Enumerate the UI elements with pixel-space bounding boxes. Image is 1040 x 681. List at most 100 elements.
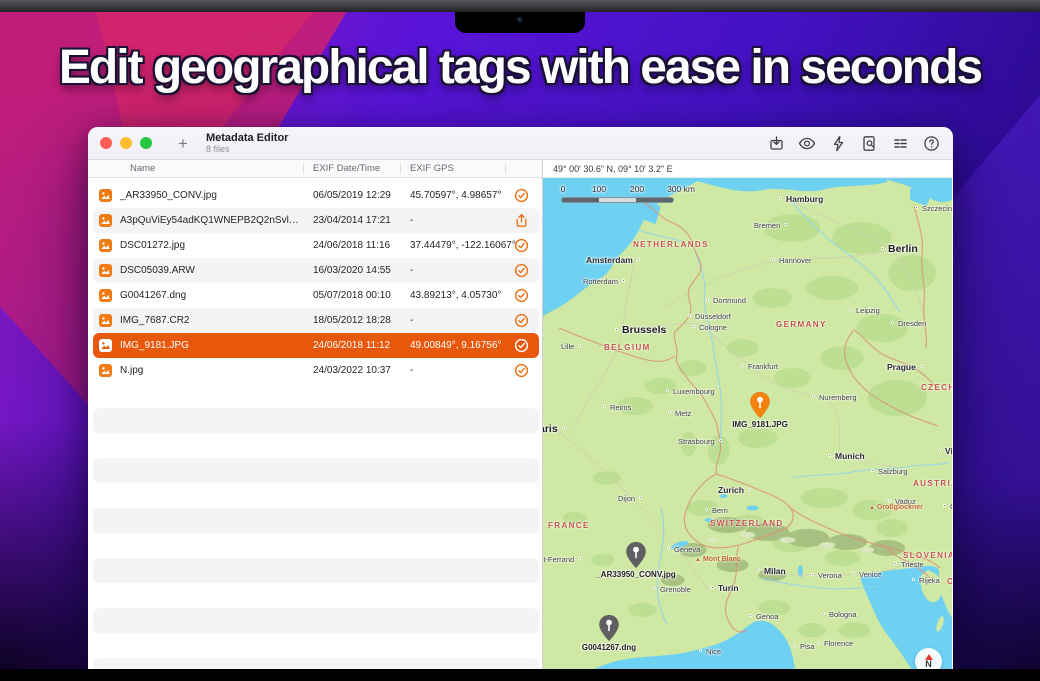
city-dot-marker <box>699 649 702 652</box>
column-header-gps[interactable]: EXIF GPS <box>410 163 454 174</box>
file-name: DSC05039.ARW <box>120 265 195 276</box>
geotagged-check-icon[interactable] <box>514 338 530 354</box>
table-row[interactable]: DSC05039.ARW16/03/2020 14:55- <box>93 258 539 283</box>
map-city-label: Grenoble <box>660 585 691 594</box>
geotagged-check-icon[interactable] <box>514 363 530 379</box>
quick-action-bolt-icon[interactable] <box>828 133 848 153</box>
map-city-label: Metz <box>675 409 691 418</box>
pin-label: _AR33950_CONV.jpg <box>596 570 675 579</box>
city-dot-marker <box>871 469 874 472</box>
map-city-label: Rotterdam <box>583 277 618 286</box>
table-row-empty <box>93 383 539 408</box>
column-divider[interactable] <box>400 163 401 174</box>
map-city-label: Brussels <box>622 324 666 336</box>
import-icon[interactable] <box>766 133 786 153</box>
inspect-file-icon[interactable] <box>859 133 879 153</box>
laptop-bezel-bottom <box>0 669 1040 681</box>
map-city-label: Milan <box>764 566 786 576</box>
city-dot-marker <box>749 614 752 617</box>
exif-datetime: 05/07/2018 00:10 <box>313 290 391 301</box>
table-row[interactable]: DSC01272.jpg24/06/2018 11:1637.44479°, -… <box>93 233 539 258</box>
city-dot-marker <box>828 454 831 457</box>
titlebar: + Metadata Editor 8 files <box>88 127 953 160</box>
map-city-label: Bern <box>712 506 728 515</box>
city-dot-marker <box>943 504 946 507</box>
table-header: Name EXIF Date/Time EXIF GPS <box>88 160 542 178</box>
table-row[interactable]: G0041267.dng05/07/2018 00:1043.89213°, 4… <box>93 283 539 308</box>
map-city-label: Lille <box>561 342 574 351</box>
city-dot-marker <box>668 411 671 414</box>
city-dot-marker <box>920 365 923 368</box>
file-name: IMG_7687.CR2 <box>120 315 189 326</box>
table-row-empty <box>93 558 539 583</box>
city-dot-marker <box>757 569 760 572</box>
column-header-name[interactable]: Name <box>130 163 155 174</box>
image-file-icon <box>99 264 112 277</box>
map-city-label: Strasbourg <box>678 437 715 446</box>
table-row[interactable]: IMG_7687.CR218/05/2012 18:28- <box>93 308 539 333</box>
map-city-label: Venice <box>859 570 882 579</box>
city-dot-marker <box>793 644 796 647</box>
map[interactable]: 0 100 200 300 km NETHERLANDSBELGIUMGERMA… <box>543 178 952 681</box>
help-icon[interactable] <box>921 133 941 153</box>
pin-label: IMG_9181.JPG <box>732 420 788 429</box>
map-city-label: Nice <box>706 647 721 656</box>
city-dot-marker <box>719 439 722 442</box>
file-name: G0041267.dng <box>120 290 186 301</box>
geotagged-check-icon[interactable] <box>514 313 530 329</box>
table-row[interactable]: IMG_9181.JPG24/06/2018 11:1249.00849°, 9… <box>93 333 539 358</box>
table-row[interactable]: A3pQuViEy54adKQ1WNEPB2Q2nSvlF8c...23/04/… <box>93 208 539 233</box>
geotagged-check-icon[interactable] <box>514 288 530 304</box>
table-row[interactable]: N.jpg24/03/2022 10:37- <box>93 358 539 383</box>
scale-label: 0 <box>561 184 566 194</box>
add-files-button[interactable]: + <box>174 135 192 152</box>
image-file-icon <box>99 239 112 252</box>
map-city-label: Salzburg <box>878 467 908 476</box>
list-view-icon[interactable] <box>890 133 910 153</box>
geotagged-check-icon[interactable] <box>514 238 530 254</box>
city-dot-marker <box>603 405 606 408</box>
scale-label: 300 km <box>667 184 695 194</box>
export-status-icon[interactable] <box>514 213 530 229</box>
map-country-label: NETHERLANDS <box>633 240 709 249</box>
city-dot-marker <box>894 562 897 565</box>
city-dot-marker <box>688 314 691 317</box>
window-subtitle: 8 files <box>206 144 289 154</box>
map-city-label: Düsseldorf <box>695 312 731 321</box>
exif-gps: - <box>410 315 413 326</box>
scale-label: 200 <box>630 184 644 194</box>
map-city-label: Turin <box>718 583 739 593</box>
column-divider[interactable] <box>303 163 304 174</box>
window-content: Name EXIF Date/Time EXIF GPS _AR33950_CO… <box>88 160 953 681</box>
zoom-button[interactable] <box>140 137 152 149</box>
laptop-notch <box>455 12 585 33</box>
city-dot-marker <box>622 279 625 282</box>
city-dot-marker <box>779 197 782 200</box>
map-country-label: BELGIUM <box>604 343 651 352</box>
image-file-icon <box>99 189 112 202</box>
table-row[interactable]: _AR33950_CONV.jpg06/05/2019 12:2945.7059… <box>93 183 539 208</box>
preview-eye-icon[interactable] <box>797 133 817 153</box>
geotagged-check-icon[interactable] <box>514 263 530 279</box>
city-dot-marker <box>562 427 565 430</box>
table-row-empty <box>93 483 539 508</box>
city-dot-marker <box>915 206 918 209</box>
map-city-label: Trieste <box>901 560 924 569</box>
scale-label: 100 <box>592 184 606 194</box>
column-header-datetime[interactable]: EXIF Date/Time <box>313 163 380 174</box>
city-dot-marker <box>881 247 884 250</box>
city-dot-marker <box>812 395 815 398</box>
file-name: IMG_9181.JPG <box>120 340 189 351</box>
minimize-button[interactable] <box>120 137 132 149</box>
map-country-label: AUSTRIA <box>913 479 952 488</box>
exif-gps: - <box>410 215 413 226</box>
column-divider[interactable] <box>505 163 506 174</box>
toolbar <box>766 133 941 153</box>
city-dot-marker <box>891 321 894 324</box>
geotagged-check-icon[interactable] <box>514 188 530 204</box>
city-dot-marker <box>705 508 708 511</box>
map-city-label: Cologne <box>699 323 727 332</box>
close-button[interactable] <box>100 137 112 149</box>
map-city-label: Amsterdam <box>586 255 633 265</box>
table-row-empty <box>93 458 539 483</box>
